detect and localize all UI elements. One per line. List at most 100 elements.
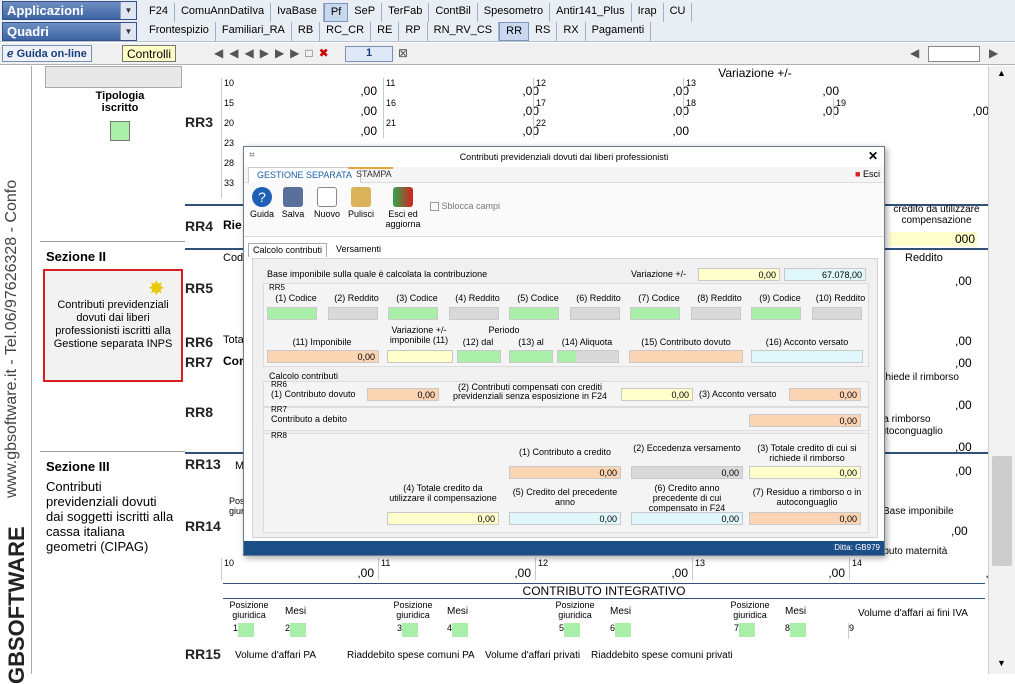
tab-stampa[interactable]: STAMPA [348,167,400,183]
tab-rn_rv_cs[interactable]: RN_RV_CS [428,22,500,41]
rr3-cell-20[interactable]: 20,00 [221,118,379,138]
rr8-1-field[interactable]: 0,00 [509,466,621,479]
rr14-cell-14[interactable]: 14,00 [849,558,1004,580]
last-page-icon[interactable]: ▶▶ [275,46,305,60]
c6-field[interactable] [569,307,620,320]
scroll-left-icon[interactable]: ◀ [910,46,919,60]
controlli-button[interactable]: Controlli [122,45,177,62]
tab-frontespizio[interactable]: Frontespizio [143,22,216,41]
nuovo-button[interactable]: Nuovo [312,187,342,219]
tab-pagamenti[interactable]: Pagamenti [586,22,652,41]
rr3-cell-19[interactable]: 19,00 [833,98,991,118]
rr3-cell-18[interactable]: 18,00 [683,98,841,118]
c1-field[interactable] [267,307,317,320]
rr14-cell-11[interactable]: 11,00 [378,558,533,580]
c8-field[interactable] [690,307,741,320]
rr8-5-field[interactable]: 0,00 [509,512,621,525]
c7-field[interactable] [630,307,680,320]
tab-sep[interactable]: SeP [348,3,383,22]
rr3-cell-17[interactable]: 17,00 [533,98,691,118]
dal-field[interactable] [457,350,501,363]
integrativo-field-8[interactable]: 8 [785,623,811,639]
tipologia-field[interactable] [110,121,130,141]
contributo-dovuto-field[interactable] [629,350,743,363]
search-input[interactable] [928,46,980,62]
tab-cu[interactable]: CU [664,3,693,22]
c9-field[interactable] [751,307,801,320]
vertical-scrollbar[interactable]: ▲ ▼ [988,66,1015,674]
next-page-icon[interactable]: ▶ [260,46,275,60]
integrativo-field-2[interactable]: 2 [285,623,311,639]
rr8-6-field[interactable]: 0,00 [631,512,743,525]
applicazioni-dropdown[interactable]: Applicazioni ▼ [2,1,137,20]
tab-f24[interactable]: F24 [143,3,175,22]
rr6-1-field[interactable]: 0,00 [367,388,439,401]
esci-button[interactable]: ■ Esci [855,169,880,179]
aliquota-field[interactable] [557,350,619,363]
first-page-icon[interactable]: ◀◀ [214,46,244,60]
tab-pf[interactable]: Pf [323,3,349,22]
rr3-cell-11[interactable]: 11,00 [383,78,541,98]
rr8-4-field[interactable]: 0,00 [387,512,499,525]
sblocca-checkbox[interactable]: Sblocca campi [430,201,500,212]
rr6-3-field[interactable]: 0,00 [789,388,861,401]
chevron-down-icon[interactable]: ▼ [120,2,136,19]
tab-rp[interactable]: RP [399,22,428,41]
tab-calcolo-contributi[interactable]: Calcolo contributi [248,243,328,257]
c5-field[interactable] [509,307,559,320]
rr7-field[interactable]: 0,00 [749,414,861,427]
esci-aggiorna-button[interactable]: Esci ed aggiorna [382,187,424,229]
rr3-cell-10[interactable]: 10,00 [221,78,379,98]
rr3-cell-21[interactable]: 21,00 [383,118,541,138]
close-icon[interactable]: ✕ [868,149,878,163]
tab-gestione-separata[interactable]: GESTIONE SEPARATA [248,167,362,183]
tab-re[interactable]: RE [371,22,400,41]
tab-familiari_ra[interactable]: Familiari_RA [216,22,292,41]
new-page-icon[interactable]: □ [305,46,318,60]
variazione-field[interactable]: 0,00 [698,268,780,281]
rr8-3-field[interactable]: 0,00 [749,466,861,479]
al-field[interactable] [509,350,553,363]
rr3-cell-15[interactable]: 15,00 [221,98,379,118]
scrollbar-thumb[interactable] [992,456,1012,566]
variazione-imponibile-field[interactable] [387,350,453,363]
rr14-cell-12[interactable]: 12,00 [535,558,690,580]
tab-contbil[interactable]: ContBil [429,3,478,22]
page-number-field[interactable]: 1 [345,46,393,62]
tab-irap[interactable]: Irap [632,3,664,22]
integrativo-field-3[interactable]: 3 [397,623,423,639]
page-search-icon[interactable]: ⊠ [398,46,408,60]
rr14-cell-13[interactable]: 13,00 [692,558,847,580]
tab-ivabase[interactable]: IvaBase [271,3,324,22]
pulisci-button[interactable]: Pulisci [346,187,376,219]
tab-rx[interactable]: RX [557,22,586,41]
delete-page-icon[interactable]: ✖ [319,46,335,60]
volume-iva-field[interactable]: 9 [848,623,984,639]
soggetto-button[interactable] [45,66,182,88]
rr6-2-field[interactable]: 0,00 [621,388,693,401]
rr4-credito-field[interactable]: 000 [889,232,977,246]
c10-field[interactable] [811,307,862,320]
base-imponibile-field[interactable]: 67.078,00 [784,268,866,281]
quadri-dropdown[interactable]: Quadri ▼ [2,22,137,41]
guida-online-button[interactable]: ℯ Guida on-line [2,45,92,62]
scroll-up-icon[interactable]: ▲ [997,68,1006,78]
tab-terfab[interactable]: TerFab [382,3,430,22]
rr8-7-field[interactable]: 0,00 [749,512,861,525]
integrativo-field-1[interactable]: 1 [233,623,259,639]
salva-button[interactable]: Salva [278,187,308,219]
rr3-cell-12[interactable]: 12,00 [533,78,691,98]
rr14-cell-10[interactable]: 10,00 [221,558,376,580]
guida-button[interactable]: ? Guida [247,187,277,219]
rr3-cell-16[interactable]: 16,00 [383,98,541,118]
rr3-cell-13[interactable]: 13,00 [683,78,841,98]
rr3-cell-22[interactable]: 22,00 [533,118,691,138]
prev-page-icon[interactable]: ◀ [244,46,259,60]
tab-rc_cr[interactable]: RC_CR [320,22,372,41]
c4-field[interactable] [448,307,499,320]
rr8-2-field[interactable]: 0,00 [631,466,743,479]
scroll-right-icon[interactable]: ▶ [989,46,998,60]
c2-field[interactable] [327,307,378,320]
tab-rb[interactable]: RB [292,22,321,41]
acconto-versato-field[interactable] [751,350,863,363]
